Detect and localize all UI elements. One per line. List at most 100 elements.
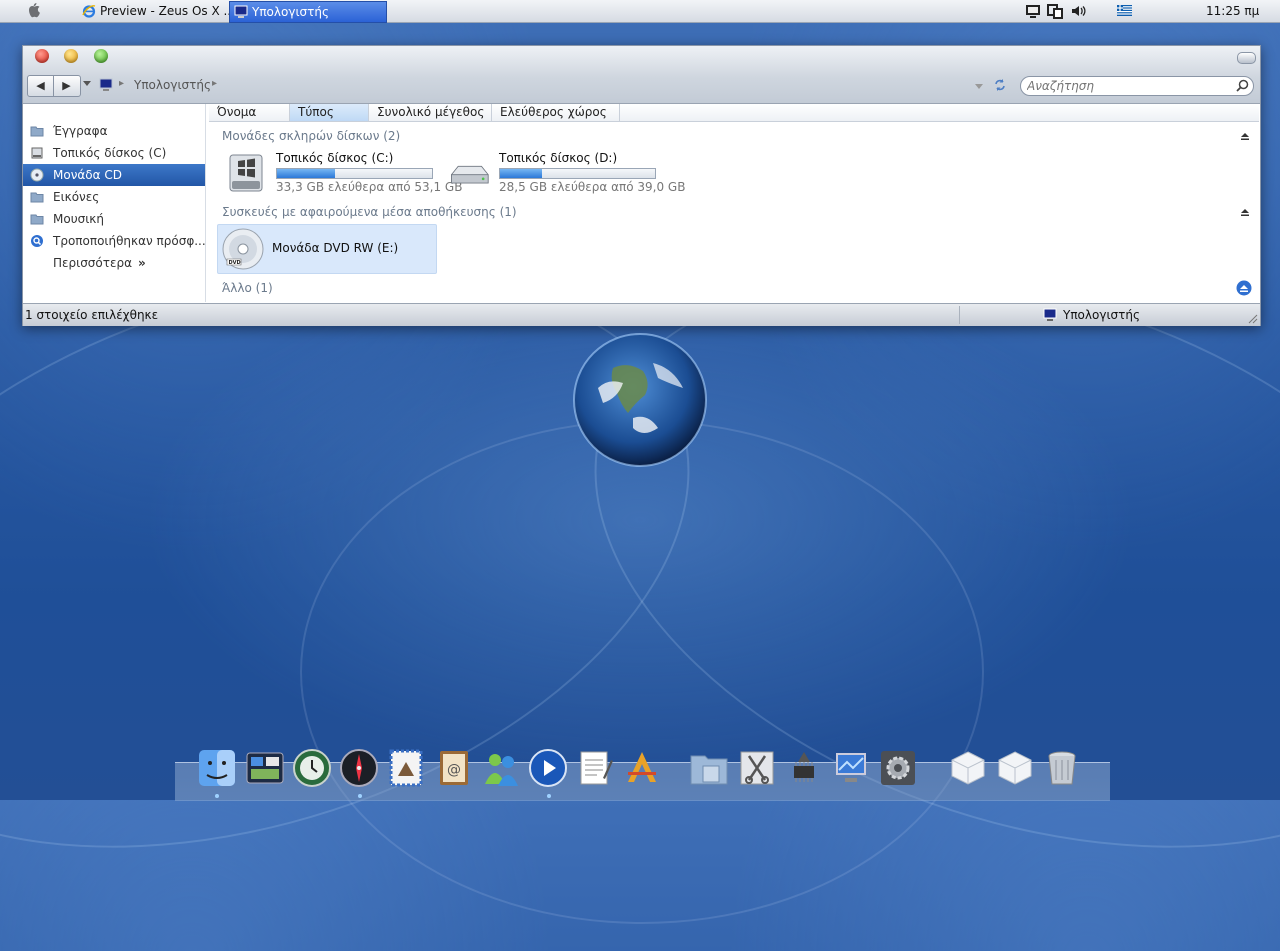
cd-icon xyxy=(30,168,44,182)
sidebar-item-music[interactable]: Μουσική xyxy=(23,208,205,230)
group-removable[interactable]: Συσκευές με αφαιρούμενα μέσα αποθήκευσης… xyxy=(222,205,517,219)
refresh-icon[interactable] xyxy=(993,78,1007,92)
column-header: Όνομα Τύπος Συνολικό μέγεθος Ελεύθερος χ… xyxy=(209,104,1259,122)
taskbar-label: Υπολογιστής xyxy=(252,5,329,19)
drive-free-space: 28,5 GB ελεύθερα από 39,0 GB xyxy=(499,180,686,194)
dvd-drive-name: Μονάδα DVD RW (E:) xyxy=(272,241,399,255)
finder-icon[interactable] xyxy=(197,748,237,788)
drive-c[interactable]: Τοπικός δίσκος (C:) 33,3 GB ελεύθερα από… xyxy=(222,151,462,197)
sidebar-more-wrapper: Περισσότερα » xyxy=(53,252,146,274)
toolbar-toggle-button[interactable] xyxy=(1237,52,1256,64)
trash-icon[interactable] xyxy=(1042,748,1082,788)
collapse-icon[interactable] xyxy=(1240,207,1250,217)
search-box xyxy=(1020,76,1254,96)
sidebar-item-recently-changed[interactable]: Τροποποιήθηκαν πρόσφ... xyxy=(23,230,206,252)
taskbar-label: Preview - Zeus Os X ... xyxy=(100,4,235,18)
sidebar-item-label: Τροποποιήθηκαν πρόσφ... xyxy=(53,234,206,248)
breadcrumb-chevron-icon[interactable]: ▸ xyxy=(119,78,124,89)
messenger-icon[interactable] xyxy=(481,748,521,788)
computer-icon xyxy=(99,78,113,91)
white-cube-icon[interactable] xyxy=(948,748,988,788)
column-free-space[interactable]: Ελεύθερος χώρος xyxy=(492,104,620,121)
search-icon[interactable] xyxy=(1236,79,1249,92)
media-player-icon[interactable] xyxy=(528,748,568,788)
sidebar: Έγγραφα Τοπικός δίσκος (C) Μονάδα CD Εικ… xyxy=(23,104,206,302)
group-hard-drives[interactable]: Μονάδες σκληρών δίσκων (2) xyxy=(222,129,400,143)
sidebar-item-documents[interactable]: Έγγραφα xyxy=(23,120,205,142)
internet-explorer-icon xyxy=(82,5,96,18)
status-divider xyxy=(959,306,960,324)
utilities-icon[interactable] xyxy=(737,748,777,788)
search-folder-icon xyxy=(31,235,43,247)
network-icon[interactable] xyxy=(831,748,871,788)
menu-bar: Preview - Zeus Os X ... Υπολογιστής 11:2… xyxy=(0,0,1280,23)
sidebar-item-label: Τοπικός δίσκος (C) xyxy=(53,146,167,160)
sidebar-item-more[interactable]: Περισσότερα » xyxy=(23,252,205,274)
drive-usage-bar xyxy=(499,168,656,179)
sidebar-item-label: Μονάδα CD xyxy=(53,168,122,182)
clock[interactable]: 11:25 πμ xyxy=(1206,0,1259,22)
drive-name: Τοπικός δίσκος (D:) xyxy=(499,151,618,165)
windows-icon[interactable] xyxy=(1047,3,1063,19)
forward-button[interactable]: ▶ xyxy=(54,76,79,96)
breadcrumb[interactable]: Υπολογιστής xyxy=(134,78,211,92)
drive-usage-fill xyxy=(277,169,335,178)
svg-text:@: @ xyxy=(447,762,461,778)
sidebar-item-cd-drive[interactable]: Μονάδα CD xyxy=(23,164,205,186)
dvd-drive-item[interactable]: DVD Μονάδα DVD RW (E:) xyxy=(217,224,437,274)
breadcrumb-chevron-icon[interactable]: ▸ xyxy=(212,78,217,89)
status-location: Υπολογιστής xyxy=(1063,308,1140,322)
maximize-button[interactable] xyxy=(94,49,108,63)
earth-globe xyxy=(573,333,707,467)
textedit-icon[interactable] xyxy=(575,748,615,788)
apple-icon[interactable] xyxy=(26,2,42,20)
applications-folder-icon[interactable] xyxy=(689,748,729,788)
content-pane: Όνομα Τύπος Συνολικό μέγεθος Ελεύθερος χ… xyxy=(209,104,1259,302)
app-store-icon[interactable] xyxy=(622,748,662,788)
address-book-icon[interactable]: @ xyxy=(434,748,474,788)
folder-icon xyxy=(30,214,44,225)
running-indicator xyxy=(547,794,551,798)
taskbar-item-computer[interactable]: Υπολογιστής xyxy=(229,1,387,23)
sidebar-item-label: Εικόνες xyxy=(53,190,100,204)
drive-usage-fill xyxy=(500,169,542,178)
nav-buttons: ◀ ▶ xyxy=(27,75,81,97)
drive-d[interactable]: Τοπικός δίσκος (D:) 28,5 GB ελεύθερα από… xyxy=(445,151,685,197)
wallpaper-swirl xyxy=(300,420,984,924)
column-total-size[interactable]: Συνολικό μέγεθος xyxy=(369,104,492,121)
status-bar: 1 στοιχείο επιλέχθηκε Υπολογιστής xyxy=(23,303,1260,326)
time-machine-icon[interactable] xyxy=(292,748,332,788)
running-indicator xyxy=(215,794,219,798)
column-type[interactable]: Τύπος xyxy=(290,104,369,121)
back-button[interactable]: ◀ xyxy=(28,76,54,96)
status-selection: 1 στοιχείο επιλέχθηκε xyxy=(25,308,159,322)
group-other[interactable]: Άλλο (1) xyxy=(222,281,273,295)
column-name[interactable]: Όνομα xyxy=(209,104,290,121)
monitor-icon[interactable] xyxy=(1025,3,1041,19)
search-input[interactable] xyxy=(1027,78,1227,94)
system-profiler-icon[interactable] xyxy=(784,748,824,788)
greek-flag-icon[interactable] xyxy=(1117,5,1132,16)
computer-icon xyxy=(1043,308,1057,321)
drive-free-space: 33,3 GB ελεύθερα από 53,1 GB xyxy=(276,180,463,194)
address-dropdown-button[interactable] xyxy=(975,84,983,89)
close-button[interactable] xyxy=(35,49,49,63)
taskbar-item-preview[interactable]: Preview - Zeus Os X ... xyxy=(78,1,235,21)
computer-icon xyxy=(234,5,248,18)
volume-icon[interactable] xyxy=(1070,3,1086,19)
collapse-icon[interactable] xyxy=(1240,131,1250,141)
back-arrow-icon: ◀ xyxy=(36,79,45,92)
drive-usage-bar xyxy=(276,168,433,179)
safari-compass-icon[interactable] xyxy=(339,748,379,788)
mail-stamp-icon[interactable] xyxy=(386,748,426,788)
sidebar-item-pictures[interactable]: Εικόνες xyxy=(23,186,205,208)
white-cube-icon[interactable] xyxy=(995,748,1035,788)
expand-icon[interactable] xyxy=(1236,280,1252,296)
system-preferences-icon[interactable] xyxy=(878,748,918,788)
dashboard-icon[interactable] xyxy=(245,748,285,788)
resize-grip-icon[interactable] xyxy=(1246,312,1258,324)
minimize-button[interactable] xyxy=(64,49,78,63)
sidebar-item-label: Μουσική xyxy=(53,212,104,226)
sidebar-item-local-disk[interactable]: Τοπικός δίσκος (C) xyxy=(23,142,205,164)
history-dropdown-button[interactable] xyxy=(83,81,91,86)
